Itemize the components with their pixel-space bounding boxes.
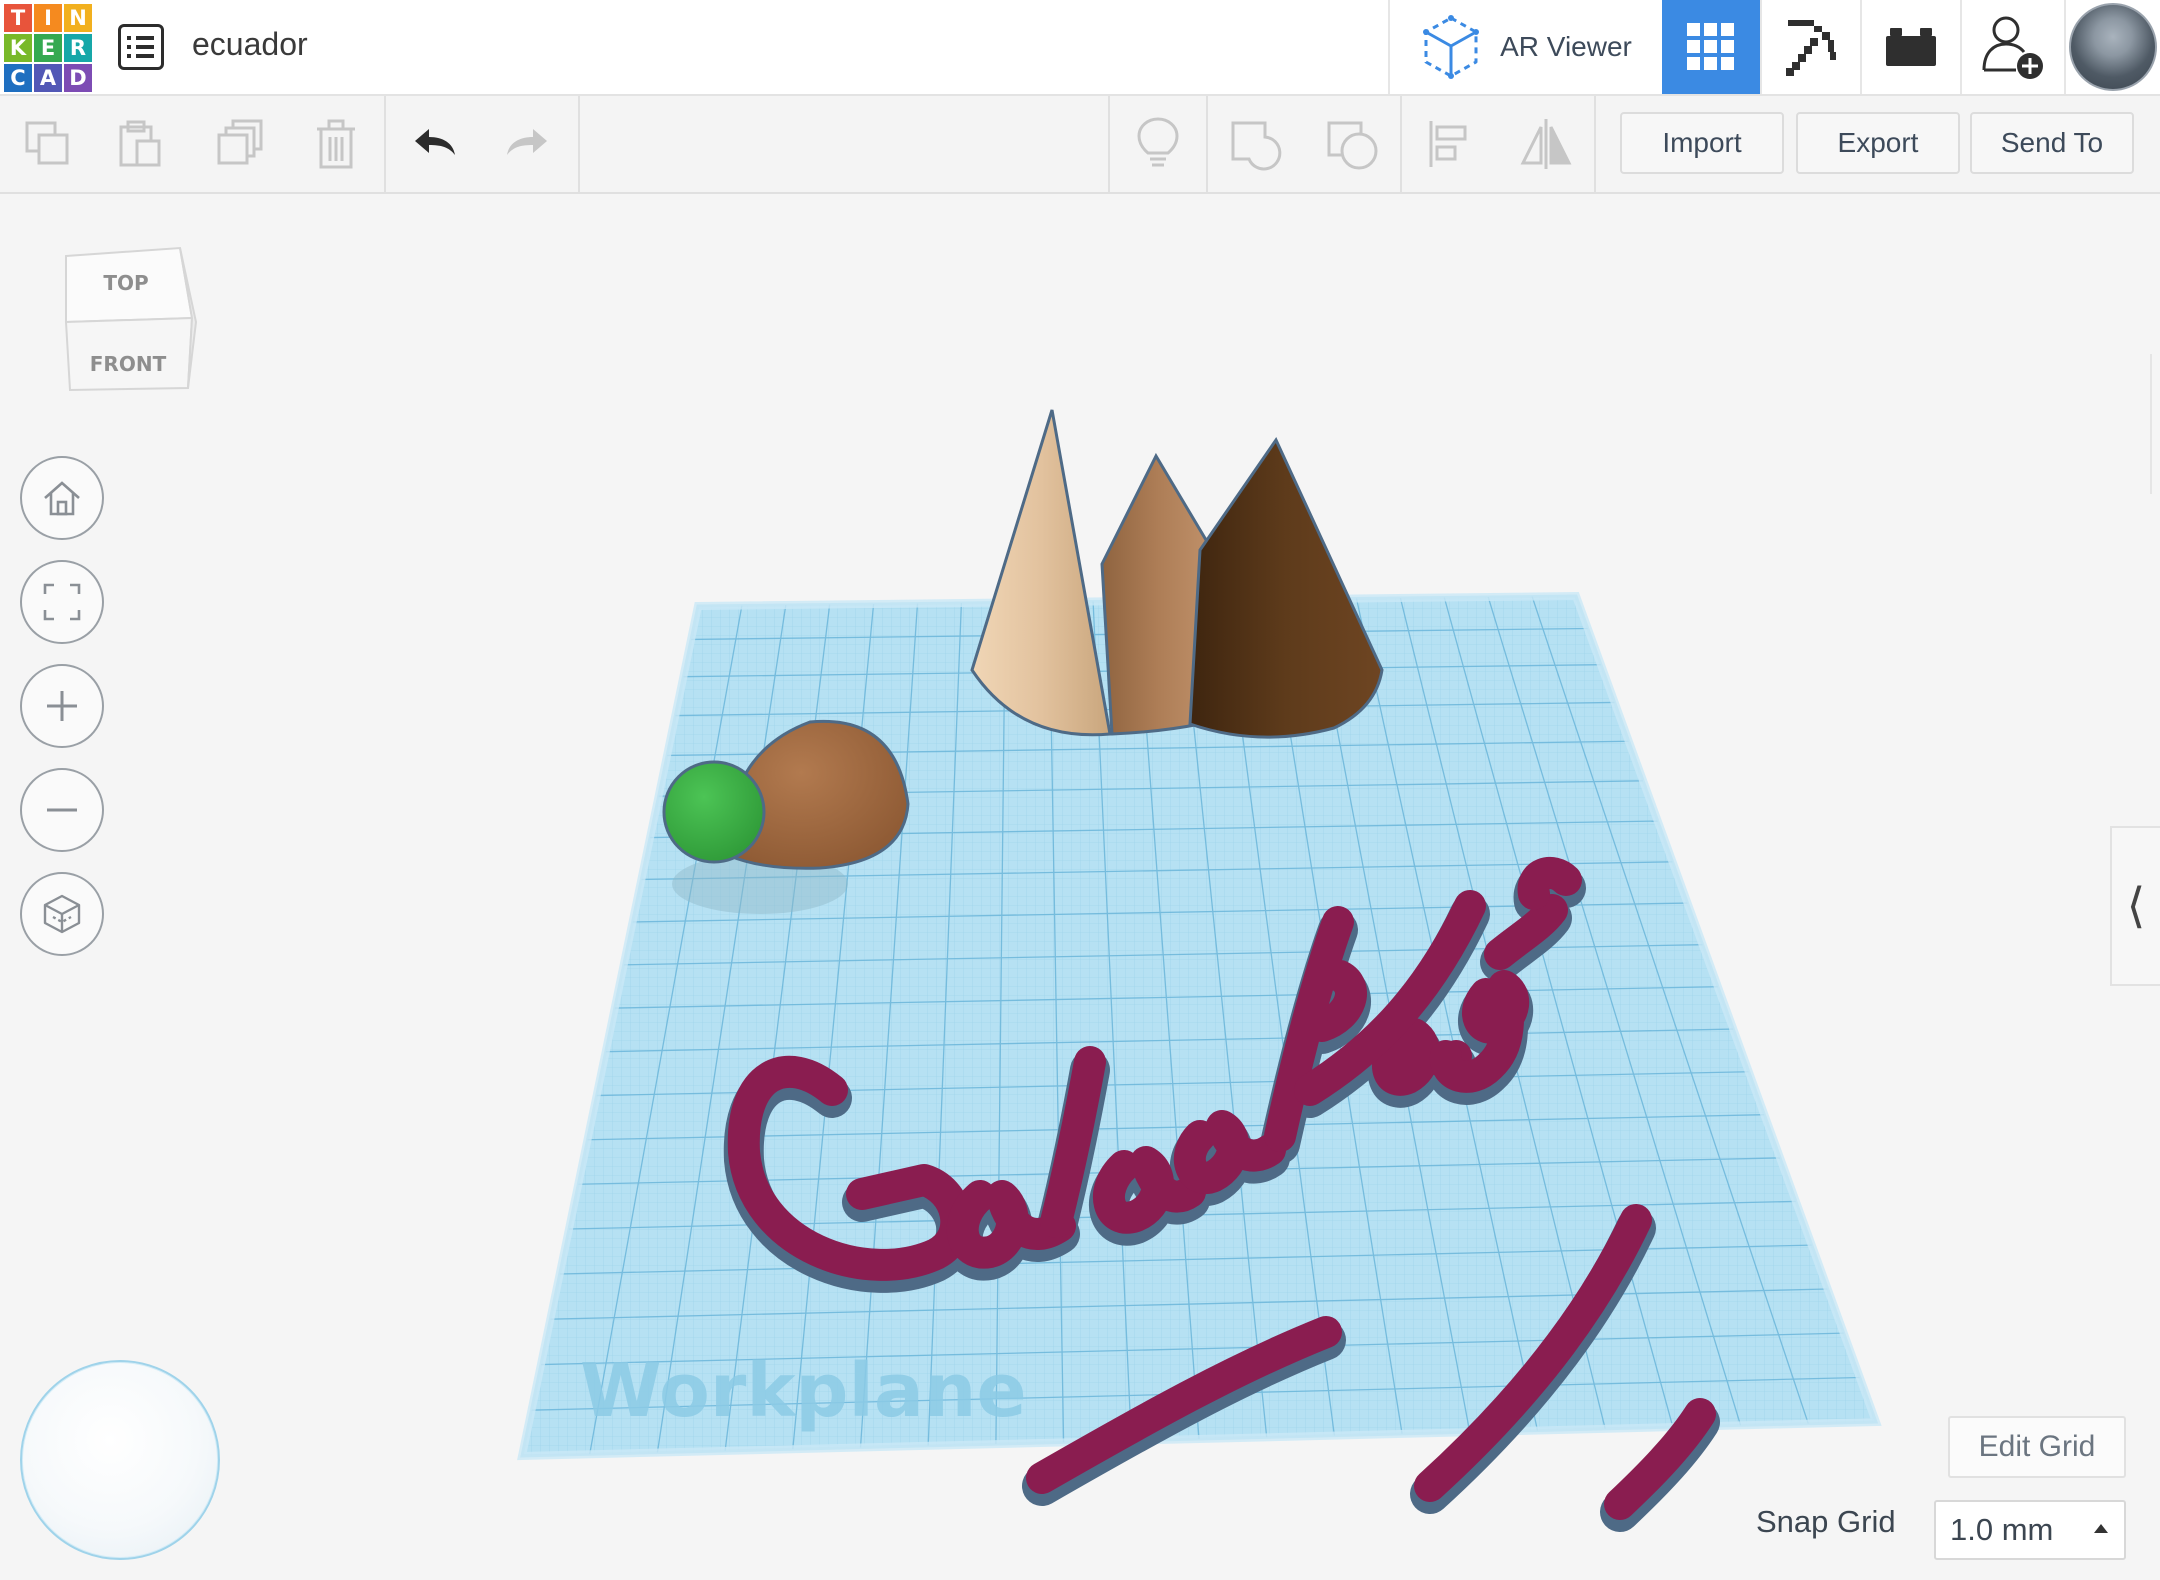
invite-people-button[interactable]: [1960, 0, 2064, 94]
logo-tile: D: [64, 64, 92, 92]
add-user-icon: [1982, 16, 2043, 79]
3d-scene[interactable]: Workplane: [0, 194, 2160, 1580]
bricks-view-button[interactable]: [1860, 0, 1960, 94]
copy-icon[interactable]: [12, 108, 84, 180]
pickaxe-icon: [1786, 20, 1836, 76]
duplicate-icon[interactable]: [204, 108, 276, 180]
view-cube[interactable]: TOP FRONT: [56, 238, 206, 398]
logo-tile: R: [64, 34, 92, 62]
sphere-green[interactable]: [662, 760, 766, 864]
zoom-in-icon: [47, 691, 77, 721]
user-avatar[interactable]: [2064, 0, 2160, 94]
avatar-image: [2069, 3, 2157, 91]
logo-tile: E: [34, 34, 62, 62]
design-title[interactable]: ecuador: [192, 26, 308, 63]
list-line: [127, 45, 154, 49]
export-button[interactable]: Export: [1796, 112, 1960, 174]
zoom-out-icon: [47, 808, 77, 812]
lightbulb-icon[interactable]: [1122, 108, 1194, 180]
redo-icon[interactable]: [492, 108, 564, 180]
toolbar-separator: [1400, 96, 1402, 192]
home-view-button[interactable]: [20, 456, 104, 540]
align-icon[interactable]: [1414, 108, 1486, 180]
fit-view-button[interactable]: [20, 560, 104, 644]
ar-viewer-button[interactable]: AR Viewer: [1388, 0, 1662, 94]
logo-tile: T: [4, 4, 32, 32]
scroll-edge: [2150, 354, 2160, 494]
caret-up-icon: [2094, 1524, 2108, 1533]
chevron-left-icon: ⟨: [2126, 878, 2146, 934]
zoom-in-button[interactable]: [20, 664, 104, 748]
list-line: [127, 36, 154, 40]
design-list-button[interactable]: [118, 24, 164, 70]
logo-tile: C: [4, 64, 32, 92]
orbit-control[interactable]: [20, 1360, 220, 1560]
toolbar-separator: [1594, 96, 1596, 192]
ungroup-icon[interactable]: [1316, 108, 1388, 180]
snap-grid-label: Snap Grid: [1756, 1504, 1896, 1539]
snap-grid-select[interactable]: 1.0 mm: [1934, 1500, 2126, 1560]
fit-view-icon: [43, 583, 81, 621]
top-bar: TIN KER CAD ecuador AR Viewer: [0, 0, 2160, 96]
workplane-label: Workplane: [580, 1348, 1027, 1434]
logo-tile: K: [4, 34, 32, 62]
design-canvas[interactable]: Workplane TOP FRONT ⟨ Edit Grid Snap Gri…: [0, 194, 2160, 1580]
tinkercad-logo[interactable]: TIN KER CAD: [4, 4, 92, 92]
send-to-button[interactable]: Send To: [1970, 112, 2134, 174]
ar-viewer-label: AR Viewer: [1500, 31, 1632, 62]
toolbar-separator: [384, 96, 386, 192]
viewcube-top-label: TOP: [103, 271, 148, 295]
home-icon: [44, 481, 80, 516]
edit-toolbar: Import Export Send To: [0, 96, 2160, 194]
blocks-view-button[interactable]: [1760, 0, 1860, 94]
perspective-button[interactable]: [20, 872, 104, 956]
cone-dark[interactable]: [1188, 436, 1384, 739]
edit-grid-button[interactable]: Edit Grid: [1948, 1416, 2126, 1478]
delete-icon[interactable]: [300, 108, 372, 180]
expand-panel-button[interactable]: ⟨: [2110, 826, 2160, 986]
paste-icon[interactable]: [104, 108, 176, 180]
cone-light[interactable]: [970, 409, 1112, 737]
undo-icon[interactable]: [398, 108, 470, 180]
list-line: [127, 54, 154, 58]
logo-tile: A: [34, 64, 62, 92]
perspective-cube-icon: [43, 894, 81, 934]
mirror-icon[interactable]: [1510, 108, 1582, 180]
viewcube-front-label: FRONT: [90, 352, 167, 376]
3d-design-view-button[interactable]: [1662, 0, 1760, 94]
snap-grid-value: 1.0 mm: [1950, 1512, 2054, 1547]
toolbar-separator: [578, 96, 580, 192]
toolbar-separator: [1108, 96, 1110, 192]
logo-tile: I: [34, 4, 62, 32]
ar-cube-icon: [1423, 15, 1480, 79]
grid-icon: [1687, 23, 1734, 70]
import-button[interactable]: Import: [1620, 112, 1784, 174]
toolbar-separator: [1206, 96, 1208, 192]
zoom-out-button[interactable]: [20, 768, 104, 852]
group-icon[interactable]: [1220, 108, 1292, 180]
logo-tile: N: [64, 4, 92, 32]
brick-icon: [1886, 28, 1936, 66]
